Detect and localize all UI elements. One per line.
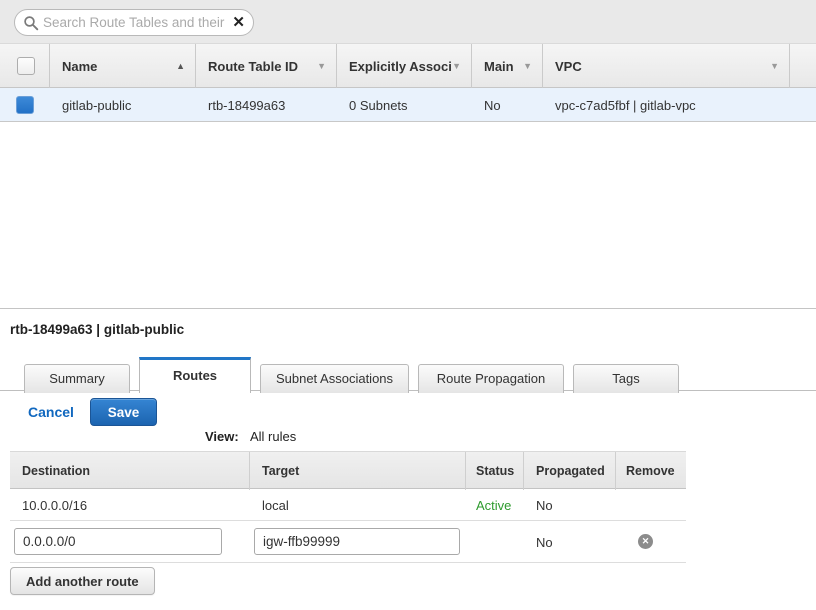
column-header-vpc[interactable]: VPC ▼ [543,44,790,88]
row-checkbox-cell [0,88,50,122]
save-button[interactable]: Save [90,398,157,426]
cancel-button[interactable]: Cancel [28,404,74,420]
tab-subnet-associations[interactable]: Subnet Associations [260,364,409,393]
cell-name: gitlab-public [50,88,196,122]
select-all-cell [0,44,50,88]
sort-ascending-icon: ▲ [176,61,185,71]
tab-route-propagation[interactable]: Route Propagation [418,364,564,393]
chevron-down-icon: ▼ [523,61,532,71]
routes-column-remove: Remove [616,452,686,490]
route-target: local [262,489,289,521]
search-input[interactable] [43,15,232,30]
column-label-main: Main [484,59,514,74]
column-header-main[interactable]: Main ▼ [472,44,543,88]
table-row-gitlab-public[interactable]: gitlab-public rtb-18499a63 0 Subnets No … [0,88,816,122]
routes-column-status: Status [466,452,524,490]
route-propagated: No [536,521,553,563]
routes-column-target: Target [250,452,466,490]
chevron-down-icon: ▼ [770,61,779,71]
routes-column-destination: Destination [10,452,250,490]
search-toolbar: ✕ [0,0,816,44]
route-row-local: 10.0.0.0/16 local Active No [10,489,686,521]
view-label: View: [205,429,239,444]
column-label-explicitly-associated: Explicitly Associat [349,59,452,74]
column-label-vpc: VPC [555,59,582,74]
remove-route-icon[interactable]: ✕ [638,534,653,549]
routes-column-propagated: Propagated [524,452,616,490]
route-tables-header-row: Name ▲ Route Table ID ▼ Explicitly Assoc… [0,44,816,88]
cell-vpc: vpc-c7ad5fbf | gitlab-vpc [543,88,816,122]
destination-input[interactable] [14,528,222,555]
column-label-route-table-id: Route Table ID [208,59,298,74]
view-value: All rules [250,429,296,444]
route-row-new: No ✕ [10,521,686,563]
route-destination: 10.0.0.0/16 [22,489,87,521]
spacer-cell [790,44,816,88]
chevron-down-icon: ▼ [452,61,461,71]
tab-routes[interactable]: Routes [139,357,251,393]
clear-search-icon[interactable]: ✕ [232,15,245,30]
tab-summary[interactable]: Summary [24,364,130,393]
add-another-route-button[interactable]: Add another route [10,567,155,595]
column-header-explicitly-associated[interactable]: Explicitly Associat ▼ [337,44,472,88]
target-input[interactable] [254,528,460,555]
route-propagated: No [536,489,553,521]
cell-explicitly-associated: 0 Subnets [337,88,472,122]
cell-main: No [472,88,543,122]
route-tables-page: ✕ Name ▲ Route Table ID ▼ Explicitly Ass… [0,0,816,610]
tab-tags[interactable]: Tags [573,364,679,393]
select-all-checkbox[interactable] [17,57,35,75]
row-checkbox[interactable] [16,96,34,114]
search-icon [23,15,39,31]
panel-divider [0,308,816,309]
detail-tabs: Summary Routes Subnet Associations Route… [24,357,688,393]
detail-panel-title: rtb-18499a63 | gitlab-public [10,322,184,337]
routes-table: Destination Target Status Propagated Rem… [10,451,686,563]
column-label-name: Name [62,59,97,74]
routes-table-header: Destination Target Status Propagated Rem… [10,451,686,489]
column-header-route-table-id[interactable]: Route Table ID ▼ [196,44,337,88]
search-box[interactable]: ✕ [14,9,254,36]
cell-route-table-id: rtb-18499a63 [196,88,337,122]
chevron-down-icon: ▼ [317,61,326,71]
route-status: Active [476,489,511,521]
column-header-name[interactable]: Name ▲ [50,44,196,88]
